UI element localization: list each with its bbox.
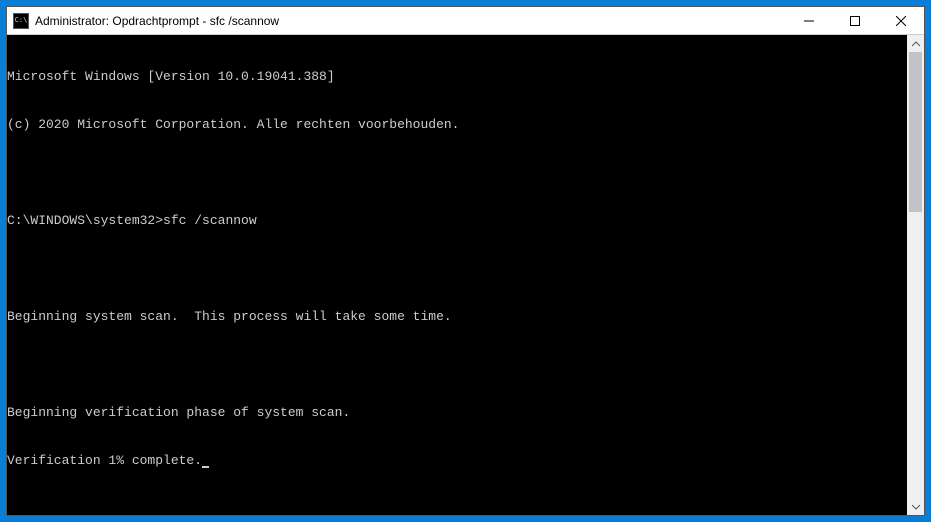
cmd-icon-glyph: C:\ [15,17,28,24]
titlebar[interactable]: C:\ Administrator: Opdrachtprompt - sfc … [7,7,924,35]
console-line: Microsoft Windows [Version 10.0.19041.38… [7,69,907,85]
console-line: (c) 2020 Microsoft Corporation. Alle rec… [7,117,907,133]
console-command: sfc /scannow [163,213,257,228]
maximize-icon [850,16,860,26]
minimize-icon [804,16,814,26]
maximize-button[interactable] [832,7,878,34]
console-line [7,261,907,277]
console-line [7,357,907,373]
cmd-window: C:\ Administrator: Opdrachtprompt - sfc … [6,6,925,516]
console-output[interactable]: Microsoft Windows [Version 10.0.19041.38… [7,35,907,515]
close-icon [896,16,906,26]
minimize-button[interactable] [786,7,832,34]
scrollbar-thumb[interactable] [909,52,922,212]
scroll-up-button[interactable] [907,35,924,52]
console-line: Beginning verification phase of system s… [7,405,907,421]
scrollbar-track[interactable] [907,52,924,498]
console-prompt: C:\WINDOWS\system32> [7,213,163,228]
scroll-down-button[interactable] [907,498,924,515]
console-cursor [202,466,209,468]
vertical-scrollbar[interactable] [907,35,924,515]
chevron-down-icon [912,503,920,511]
console-progress-text: Verification 1% complete. [7,453,202,468]
close-button[interactable] [878,7,924,34]
cmd-icon: C:\ [13,13,29,29]
window-body: Microsoft Windows [Version 10.0.19041.38… [7,35,924,515]
console-prompt-line: C:\WINDOWS\system32>sfc /scannow [7,213,907,229]
chevron-up-icon [912,40,920,48]
console-line [7,165,907,181]
console-progress-line: Verification 1% complete. [7,453,907,469]
console-line: Beginning system scan. This process will… [7,309,907,325]
window-title: Administrator: Opdrachtprompt - sfc /sca… [35,14,786,28]
window-controls [786,7,924,34]
